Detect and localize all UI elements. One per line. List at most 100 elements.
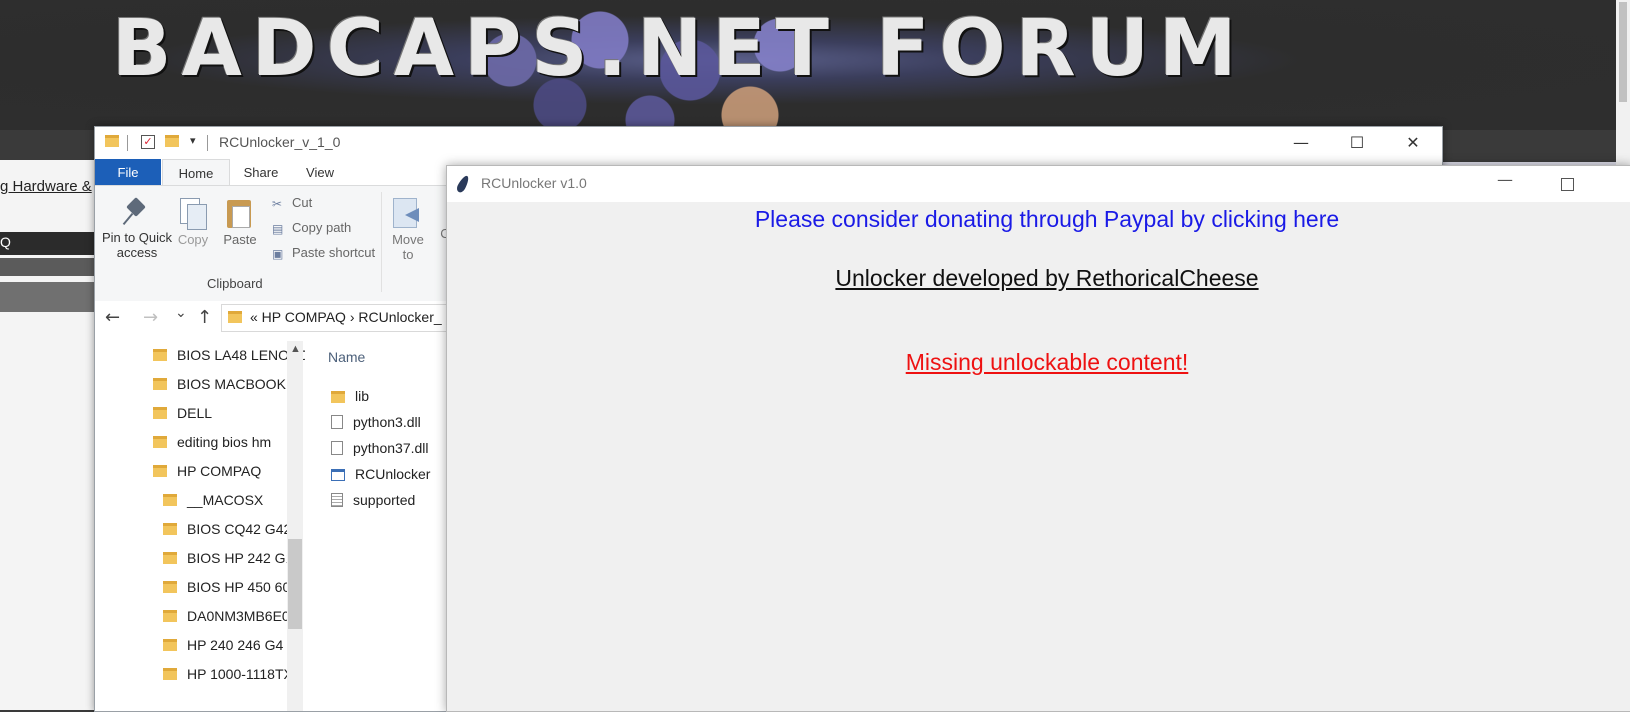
file-name: supported bbox=[353, 492, 416, 508]
minimize-button[interactable]: — bbox=[1273, 127, 1329, 159]
paste-shortcut-icon: ▣ bbox=[272, 247, 284, 261]
properties-icon[interactable]: ✓ bbox=[141, 135, 155, 149]
file-list-item[interactable]: supported bbox=[331, 487, 415, 513]
nav-tree-item[interactable]: DA0NM3MB6E0 bbox=[163, 603, 290, 629]
file-name: python37.dll bbox=[353, 440, 429, 456]
folder-icon bbox=[163, 552, 177, 564]
nav-tree-item[interactable]: HP 1000-1118TX bbox=[163, 661, 293, 687]
tab-file[interactable]: File bbox=[95, 159, 161, 186]
back-button[interactable]: ← bbox=[105, 307, 120, 328]
nav-tree-item[interactable]: BIOS HP 242 G1 bbox=[163, 545, 293, 571]
dll-file-icon bbox=[331, 415, 343, 429]
forward-button[interactable]: → bbox=[143, 307, 158, 328]
nav-tree-item[interactable]: BIOS LA48 LENOVO bbox=[153, 342, 305, 368]
scrollbar-thumb[interactable] bbox=[288, 539, 302, 629]
nav-tree-item[interactable]: BIOS MACBOOK bbox=[153, 371, 286, 397]
customize-quick-access-dropdown[interactable]: ▾ bbox=[190, 134, 196, 147]
cut-button[interactable]: ✂ Cut bbox=[272, 195, 312, 210]
nav-tree-label: editing bios hm bbox=[177, 434, 272, 450]
nav-tree-label: BIOS MACBOOK bbox=[177, 376, 286, 392]
folder-icon bbox=[153, 465, 167, 477]
move-to-icon bbox=[393, 196, 423, 228]
maximize-button[interactable]: ☐ bbox=[1329, 127, 1385, 159]
copy-label: Copy bbox=[177, 232, 209, 247]
pin-label: Pin to Quick bbox=[101, 230, 173, 245]
recent-locations-dropdown[interactable]: ⌄ bbox=[175, 305, 187, 321]
paste-icon bbox=[227, 196, 253, 228]
explorer-titlebar[interactable]: ✓ ▾ RCUnlocker_v_1_0 — ☐ ✕ bbox=[95, 127, 1442, 159]
folder-icon bbox=[163, 639, 177, 651]
copy-button[interactable]: Copy bbox=[175, 198, 211, 247]
nav-tree-item[interactable]: HP 240 246 G4 6 bbox=[163, 632, 295, 658]
copy-path-label: Copy path bbox=[292, 220, 352, 235]
file-name: lib bbox=[355, 388, 370, 404]
folder-icon bbox=[153, 349, 167, 361]
folder-icon bbox=[153, 407, 167, 419]
maximize-button[interactable] bbox=[1561, 178, 1574, 191]
nav-tree-label: BIOS LA48 LENOVO bbox=[177, 347, 305, 363]
text-file-icon bbox=[331, 493, 343, 507]
paste-shortcut-label: Paste shortcut bbox=[292, 245, 376, 260]
nav-tree-item[interactable]: BIOS HP 450 60 bbox=[163, 574, 290, 600]
divider bbox=[127, 135, 128, 151]
developer-label: Unlocker developed by RethoricalCheese bbox=[835, 265, 1259, 291]
forum-search-bar[interactable]: Q bbox=[0, 232, 95, 255]
nav-tree-label: BIOS HP 242 G1 bbox=[187, 550, 294, 566]
folder-icon bbox=[153, 378, 167, 390]
clipboard-group-label: Clipboard bbox=[207, 276, 263, 291]
address-path[interactable]: « HP COMPAQ › RCUnlocker_ bbox=[250, 309, 442, 325]
forum-banner: BADCAPS.NET FORUM bbox=[0, 0, 1630, 130]
folder-icon bbox=[163, 610, 177, 622]
scissors-icon: ✂ bbox=[272, 197, 283, 211]
scroll-up-icon[interactable]: ▲ bbox=[290, 343, 301, 355]
pin-label-2: access bbox=[116, 245, 158, 260]
tab-home[interactable]: Home bbox=[162, 159, 230, 187]
pin-icon bbox=[123, 198, 151, 226]
forum-banner-title: BADCAPS.NET FORUM bbox=[112, 4, 1247, 94]
file-list-item[interactable]: lib bbox=[331, 383, 369, 409]
nav-tree-label: DELL bbox=[177, 405, 213, 421]
nav-tree-item[interactable]: editing bios hm bbox=[153, 429, 271, 455]
nav-tree-label: BIOS HP 450 60 bbox=[187, 579, 291, 595]
up-button[interactable]: ↑ bbox=[197, 307, 212, 328]
nav-tree-item[interactable]: BIOS CQ42 G42 bbox=[163, 516, 291, 542]
forum-nav-link[interactable]: g Hardware & bbox=[0, 178, 92, 195]
file-list-item[interactable]: python3.dll bbox=[331, 409, 421, 435]
nav-tree-item[interactable]: HP COMPAQ bbox=[153, 458, 261, 484]
donate-link[interactable]: Please consider donating through Paypal … bbox=[447, 206, 1630, 233]
column-header-name[interactable]: Name bbox=[328, 349, 365, 365]
tab-share[interactable]: Share bbox=[231, 159, 291, 186]
nav-tree-item[interactable]: DELL bbox=[153, 400, 212, 426]
copy-path-button[interactable]: ▤ Copy path bbox=[272, 220, 351, 235]
file-list-item[interactable]: RCUnlocker bbox=[331, 461, 430, 487]
paste-shortcut-button[interactable]: ▣ Paste shortcut bbox=[272, 245, 375, 260]
file-list-item[interactable]: python37.dll bbox=[331, 435, 429, 461]
paste-button[interactable]: Paste bbox=[222, 196, 258, 247]
page-scrollbar-thumb[interactable] bbox=[1619, 2, 1627, 102]
file-name: python3.dll bbox=[353, 414, 421, 430]
move-to-label: Move bbox=[392, 232, 424, 247]
nav-tree-label: HP COMPAQ bbox=[177, 463, 262, 479]
folder-icon bbox=[105, 135, 119, 147]
rcunlocker-title: RCUnlocker v1.0 bbox=[481, 175, 587, 191]
navigation-pane: BIOS LA48 LENOVO BIOS MACBOOK DELL editing … bbox=[95, 339, 305, 711]
forum-bar bbox=[0, 258, 95, 276]
navigation-pane-scrollbar[interactable]: ▲ bbox=[287, 341, 303, 711]
pin-to-quick-access-button[interactable]: Pin to Quick access bbox=[99, 198, 175, 260]
folder-icon bbox=[163, 668, 177, 680]
folder-icon bbox=[228, 311, 242, 323]
new-folder-icon[interactable] bbox=[165, 135, 179, 147]
copy-icon bbox=[180, 198, 207, 230]
tk-feather-icon bbox=[455, 174, 471, 194]
nav-tree-item[interactable]: __MACOSX bbox=[163, 487, 263, 513]
cut-label: Cut bbox=[292, 195, 313, 210]
close-button[interactable]: ✕ bbox=[1385, 127, 1441, 159]
status-message: Missing unlockable content! bbox=[905, 349, 1189, 375]
nav-tree-label: DA0NM3MB6E0 bbox=[187, 608, 290, 624]
ribbon-separator bbox=[381, 192, 382, 292]
tab-view[interactable]: View bbox=[293, 159, 347, 186]
dll-file-icon bbox=[331, 441, 343, 455]
minimize-button[interactable]: — bbox=[1497, 170, 1513, 189]
rcunlocker-titlebar[interactable]: RCUnlocker v1.0 — bbox=[447, 166, 1630, 202]
move-to-button[interactable]: Move to bbox=[388, 196, 428, 262]
